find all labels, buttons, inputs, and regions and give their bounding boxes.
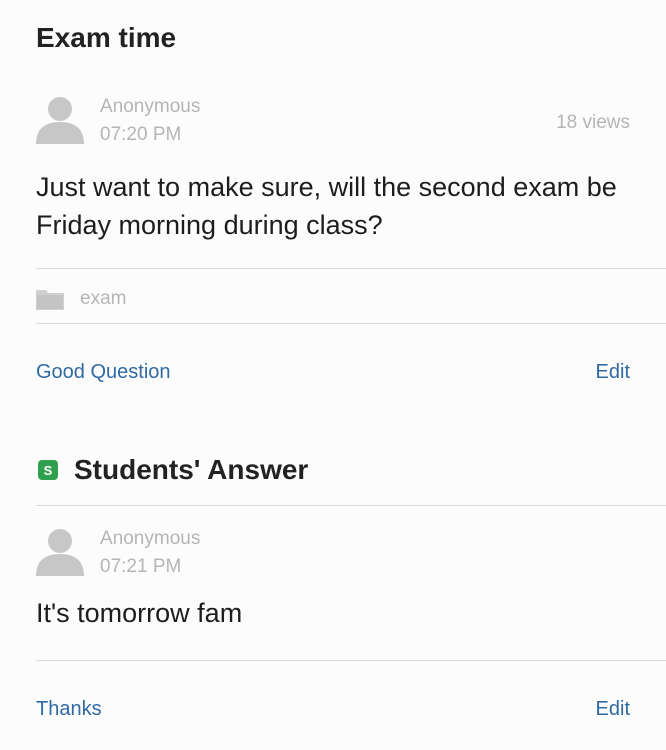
view-count: 18 views xyxy=(556,112,630,133)
edit-answer-button[interactable]: Edit xyxy=(596,698,630,721)
post-time: 07:20 PM xyxy=(100,124,182,145)
avatar-icon xyxy=(36,529,84,576)
post-title: Exam time xyxy=(36,22,177,53)
section-title: Students' Answer xyxy=(74,454,309,485)
answer-time: 07:21 PM xyxy=(100,556,182,577)
answer-author: Anonymous xyxy=(100,528,201,549)
tag-exam[interactable]: exam xyxy=(80,288,126,310)
edit-question-button[interactable]: Edit xyxy=(596,361,630,384)
question-body: Just want to make sure, will the second … xyxy=(36,172,617,240)
good-question-button[interactable]: Good Question xyxy=(36,361,171,384)
students-answer-badge: S xyxy=(38,460,58,480)
divider xyxy=(36,268,666,269)
divider xyxy=(36,323,666,324)
folder-icon xyxy=(36,290,64,310)
answer-body: It's tomorrow fam xyxy=(36,598,243,628)
divider xyxy=(36,660,666,661)
post-author: Anonymous xyxy=(100,96,201,117)
thanks-button[interactable]: Thanks xyxy=(36,698,102,721)
avatar-icon xyxy=(36,97,84,144)
divider xyxy=(36,505,666,506)
